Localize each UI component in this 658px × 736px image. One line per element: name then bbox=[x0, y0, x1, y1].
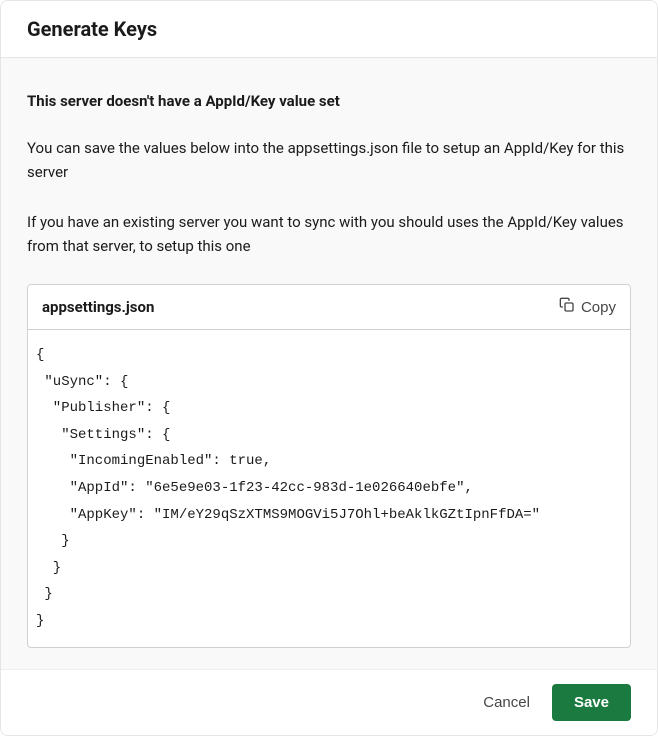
code-content[interactable]: { "uSync": { "Publisher": { "Settings": … bbox=[28, 330, 630, 647]
no-appid-heading: This server doesn't have a AppId/Key val… bbox=[27, 92, 631, 110]
modal-body: This server doesn't have a AppId/Key val… bbox=[1, 58, 657, 669]
code-panel: appsettings.json Copy { "uSync": { "Publ… bbox=[27, 284, 631, 648]
instruction-paragraph-1: You can save the values below into the a… bbox=[27, 136, 631, 184]
save-button[interactable]: Save bbox=[552, 684, 631, 721]
modal-title: Generate Keys bbox=[27, 17, 631, 41]
instruction-paragraph-2: If you have an existing server you want … bbox=[27, 210, 631, 258]
code-panel-title: appsettings.json bbox=[42, 298, 154, 316]
copy-icon bbox=[559, 297, 575, 317]
copy-button[interactable]: Copy bbox=[559, 295, 616, 319]
cancel-button[interactable]: Cancel bbox=[479, 686, 534, 719]
code-panel-header: appsettings.json Copy bbox=[28, 285, 630, 330]
generate-keys-modal: Generate Keys This server doesn't have a… bbox=[0, 0, 658, 736]
copy-button-label: Copy bbox=[581, 299, 616, 316]
modal-footer: Cancel Save bbox=[1, 669, 657, 735]
modal-header: Generate Keys bbox=[1, 1, 657, 58]
